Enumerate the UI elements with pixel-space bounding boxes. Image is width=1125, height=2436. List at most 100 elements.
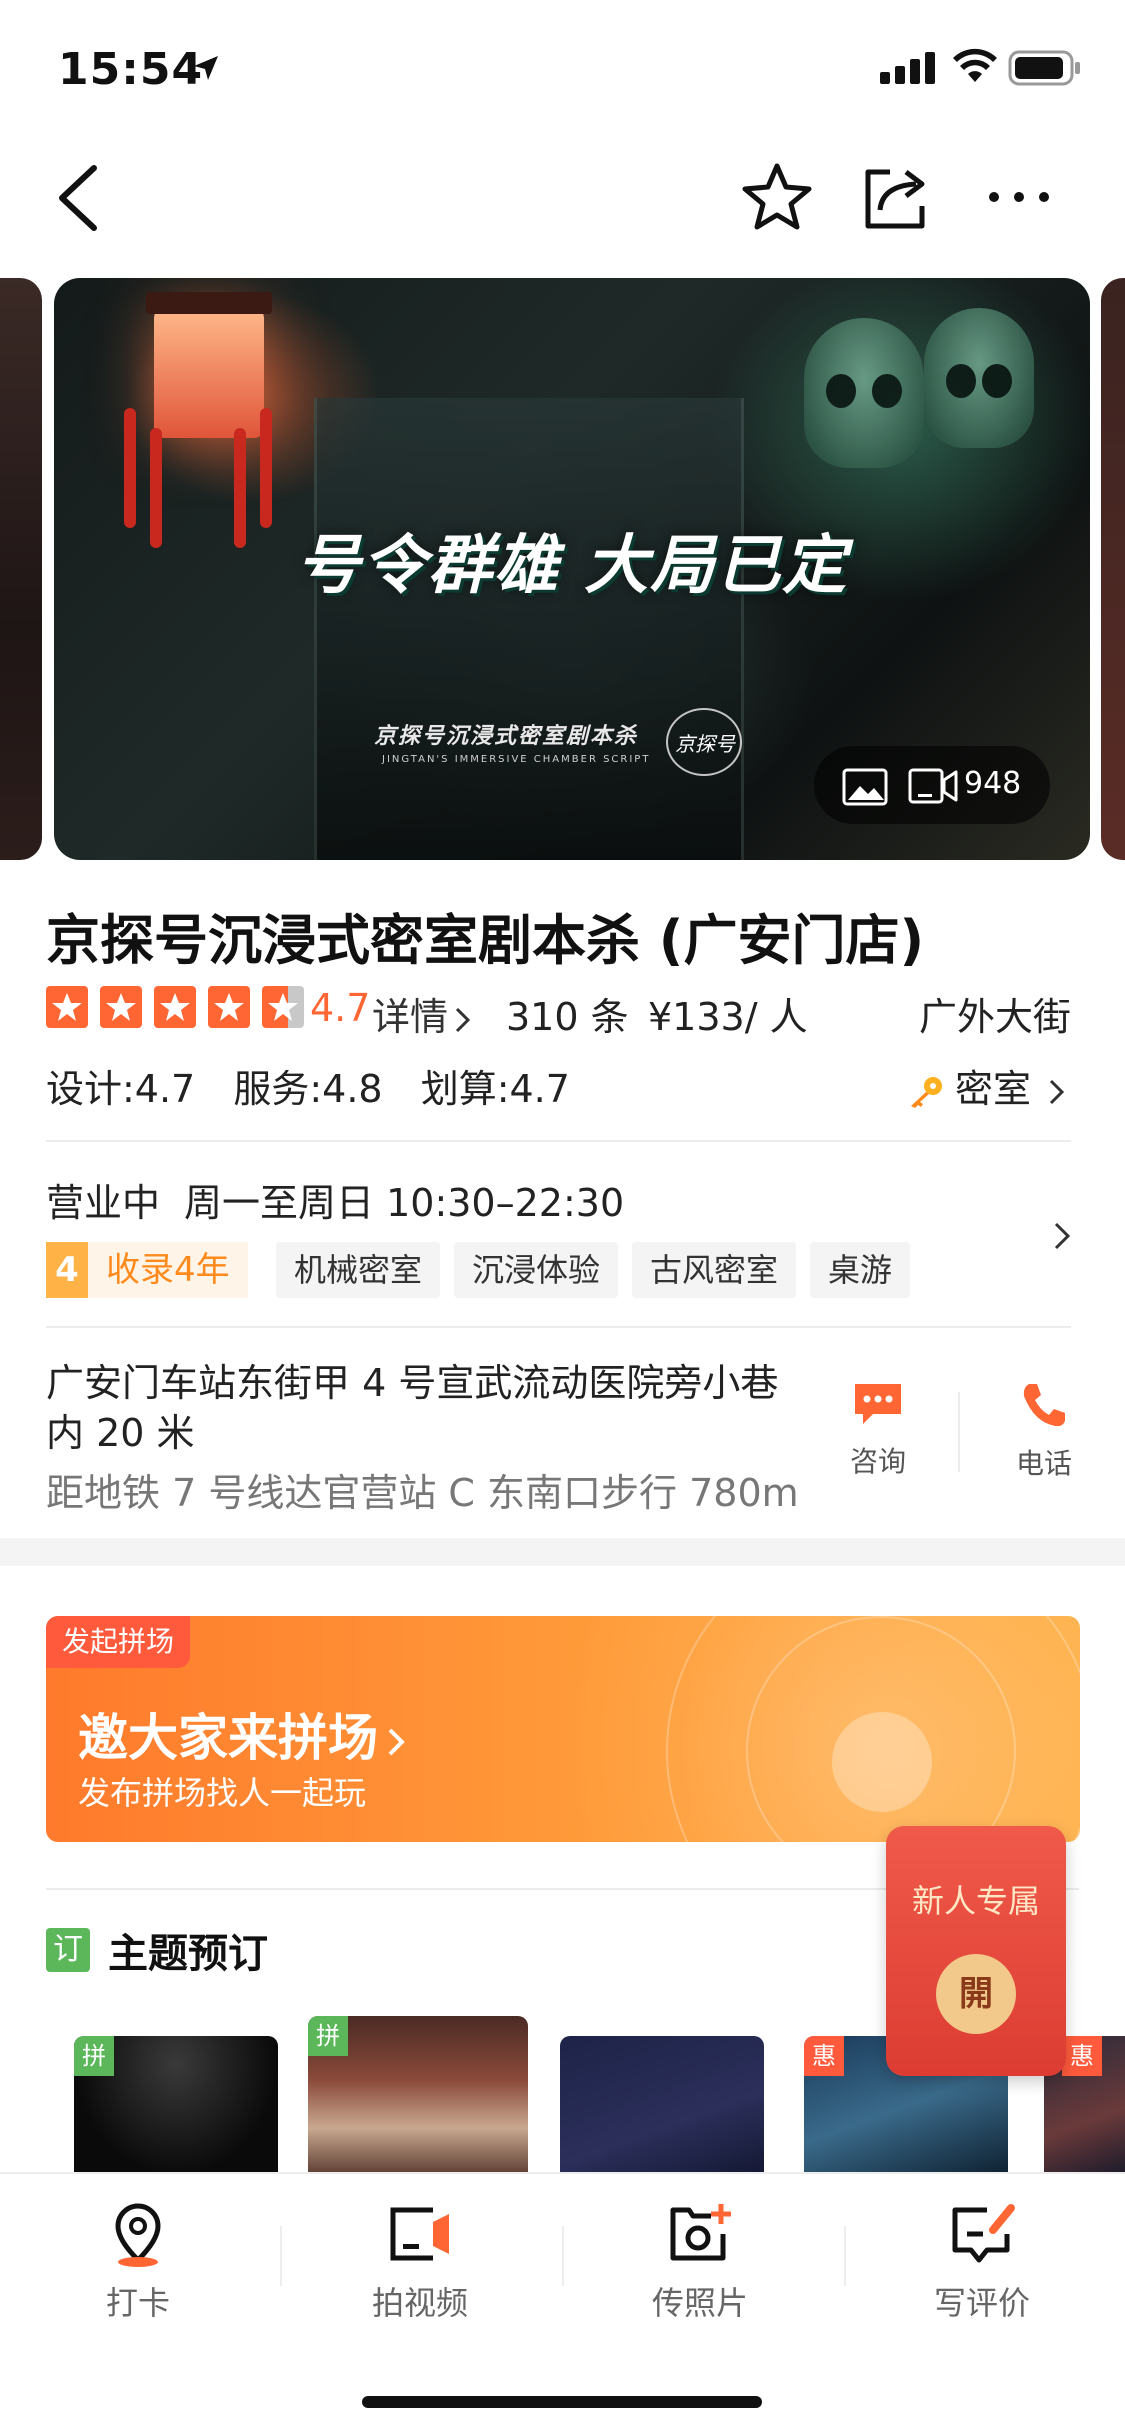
status-bar: 15:54 <box>0 0 1125 135</box>
score-design: 设计:4.7 <box>46 1067 196 1111</box>
review-count[interactable]: 310 条 <box>506 986 629 1041</box>
divider <box>844 2226 846 2286</box>
tag[interactable]: 桌游 <box>810 1242 911 1298</box>
gallery-subtitle-en: JINGTAN'S IMMERSIVE CHAMBER SCRIPT <box>382 754 651 765</box>
chevron-right-icon <box>455 1007 471 1032</box>
skull-mask-art <box>924 308 1034 448</box>
phone-label: 电话 <box>1015 1447 1072 1480</box>
divider <box>958 1392 960 1472</box>
chevron-right-icon <box>388 1728 405 1755</box>
tag[interactable]: 古风密室 <box>632 1242 797 1298</box>
tassel-art <box>124 408 136 528</box>
back-icon[interactable] <box>50 160 110 236</box>
open-status: 营业中 <box>46 1181 161 1225</box>
tab-label: 拍视频 <box>371 2284 468 2322</box>
gallery-next-image[interactable] <box>1101 278 1125 860</box>
half-star-icon <box>262 986 304 1028</box>
add-photo-icon <box>670 2204 731 2261</box>
banner-subtitle: 发布拼场找人一起玩 <box>78 1774 367 1812</box>
divider <box>46 1140 1071 1142</box>
video-camera-icon <box>390 2207 449 2261</box>
location-arrow-icon <box>194 56 218 80</box>
favorite-star-icon[interactable] <box>740 160 814 234</box>
district: 广外大街 <box>918 995 1071 1039</box>
star-icon <box>46 986 88 1028</box>
business-hours[interactable]: 营业中 周一至周日 10:30–22:30 <box>46 1172 624 1227</box>
category-link[interactable]: 密室 <box>907 1058 1071 1113</box>
gallery-subtitle: 京探号沉浸式密室剧本杀 <box>374 724 639 749</box>
address[interactable]: 广安门车站东街甲 4 号宣武流动医院旁小巷内 20 米 <box>46 1358 786 1458</box>
years-number: 4 <box>46 1242 88 1298</box>
consult-button[interactable]: 咨询 <box>830 1380 926 1480</box>
discount-badge: 惠 <box>1062 2036 1102 2076</box>
score-value: 划算:4.7 <box>420 1067 570 1111</box>
tab-label: 传照片 <box>651 2284 748 2322</box>
tab-photo[interactable]: 传照片 <box>600 2200 800 2324</box>
star-icon <box>208 986 250 1028</box>
divider <box>280 2226 282 2286</box>
share-icon[interactable] <box>860 160 934 234</box>
years-badge: 4 收录4年 <box>46 1242 248 1298</box>
metro-distance: 距地铁 7 号线达官营站 C 东南口步行 780m <box>46 1471 799 1515</box>
section-gap <box>0 1538 1125 1566</box>
video-icon <box>908 768 958 804</box>
phone-icon <box>1023 1384 1065 1427</box>
gallery-main-image[interactable]: 号令群雄 大局已定 京探号沉浸式密室剧本杀 JINGTAN'S IMMERSIV… <box>54 278 1090 860</box>
theme-booking-header: 订 主题预订 <box>46 1926 268 1977</box>
gallery-prev-image[interactable] <box>0 278 42 860</box>
tag[interactable]: 沉浸体验 <box>454 1242 619 1298</box>
group-badge: 拼 <box>308 2016 348 2056</box>
phone-button[interactable]: 电话 <box>996 1380 1092 1482</box>
shop-name: 京探号沉浸式密室剧本杀 (广安门店) <box>46 909 925 972</box>
section-badge: 订 <box>46 1928 90 1972</box>
tab-review[interactable]: 写评价 <box>882 2200 1082 2324</box>
image-icon <box>842 768 888 806</box>
status-time: 15:54 <box>58 44 204 95</box>
open-gift-button[interactable]: 開 <box>936 1954 1016 2034</box>
group-badge: 拼 <box>74 2036 114 2076</box>
chevron-right-icon[interactable] <box>1050 1218 1074 1254</box>
chat-icon <box>855 1384 901 1424</box>
tag[interactable]: 机械密室 <box>276 1242 441 1298</box>
consult-label: 咨询 <box>849 1445 906 1478</box>
hours-text: 周一至周日 10:30–22:30 <box>184 1181 625 1225</box>
theme-card[interactable]: 拼 <box>74 2036 278 2176</box>
tab-video[interactable]: 拍视频 <box>320 2200 520 2324</box>
banner-title: 邀大家来拼场 <box>78 1698 410 1770</box>
detail-label: 详情 <box>372 995 449 1039</box>
location-pin-icon <box>115 2203 161 2267</box>
chevron-right-icon <box>1049 1079 1065 1104</box>
section-title: 主题预订 <box>108 1931 268 1977</box>
rating-score: 4.7 <box>310 986 371 1030</box>
discount-badge: 惠 <box>804 2036 844 2076</box>
gallery-door-art <box>314 398 744 860</box>
tab-checkin[interactable]: 打卡 <box>38 2200 238 2324</box>
media-count: 948 <box>964 766 1022 801</box>
group-play-banner[interactable]: 发起拼场 邀大家来拼场 发布拼场找人一起玩 <box>46 1616 1080 1842</box>
write-review-icon <box>952 2204 1015 2263</box>
divider <box>46 1326 1071 1328</box>
tag-list: 机械密室 沉浸体验 古风密室 桌游 <box>276 1242 911 1298</box>
years-text: 收录4年 <box>88 1242 248 1298</box>
media-counter[interactable]: 948 <box>814 746 1050 824</box>
banner-tag: 发起拼场 <box>46 1616 191 1668</box>
more-icon[interactable] <box>982 172 1056 222</box>
lantern-art <box>146 292 272 438</box>
gallery-title: 号令群雄 大局已定 <box>295 529 849 603</box>
tassel-art <box>260 408 272 528</box>
new-user-gift[interactable]: 新人专属 開 <box>886 1826 1066 2076</box>
brand-logo-text: 京探号 <box>675 732 735 756</box>
wifi-icon <box>953 48 997 82</box>
tab-label: 打卡 <box>105 2284 170 2322</box>
theme-card[interactable] <box>560 2036 764 2176</box>
category-label: 密室 <box>954 1067 1031 1111</box>
score-service: 服务:4.8 <box>233 1067 383 1111</box>
avg-price: ¥133/ 人 <box>648 995 808 1039</box>
banner-avatar-art <box>832 1712 932 1812</box>
star-icon <box>154 986 196 1028</box>
rating-detail-link[interactable]: 详情 <box>372 986 474 1041</box>
sub-scores: 设计:4.7 服务:4.8 划算:4.7 <box>46 1058 596 1113</box>
theme-card[interactable]: 拼 <box>308 2016 528 2176</box>
star-icon <box>100 986 142 1028</box>
tab-label: 写评价 <box>933 2284 1030 2322</box>
